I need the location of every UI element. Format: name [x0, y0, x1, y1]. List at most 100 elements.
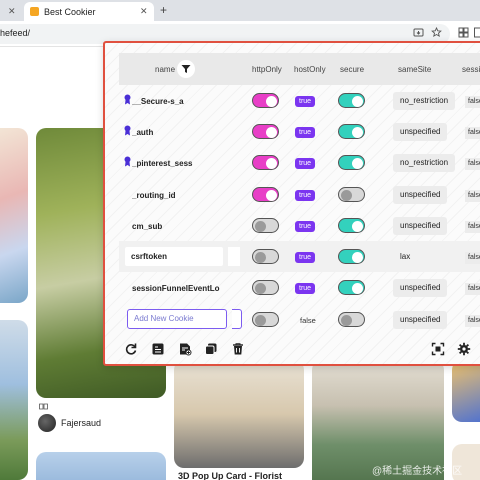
import-icon[interactable] [151, 342, 165, 356]
url-text: hefeed/ [0, 28, 31, 38]
httponly-toggle[interactable] [252, 249, 279, 264]
hostonly-badge: true [295, 283, 316, 294]
session-value[interactable]: false [465, 221, 480, 233]
httponly-toggle[interactable] [252, 312, 279, 327]
pin-author[interactable]: Fajersaud [38, 414, 101, 432]
cookie-row[interactable]: sessionFunnelEventLo true unspecified fa… [119, 272, 480, 303]
cookie-row[interactable]: _pinterest_sess true no_restriction fals… [119, 147, 480, 178]
column-header-samesite[interactable]: sameSite [398, 65, 431, 74]
tab-best-cookier[interactable]: Best Cookier ✕ [24, 2, 154, 21]
cookie-name[interactable]: __Secure-s_a [132, 97, 220, 106]
new-tab-button[interactable]: + [160, 3, 167, 17]
hostonly-badge: true [295, 252, 316, 263]
cookie-name[interactable]: sessionFunnelEventLo [132, 284, 220, 293]
pin-image[interactable] [452, 360, 480, 422]
secure-toggle[interactable] [338, 124, 365, 139]
tab-title: Best Cookier [44, 6, 96, 17]
httponly-toggle[interactable] [252, 155, 279, 170]
close-icon[interactable]: ✕ [8, 6, 16, 17]
samesite-select[interactable]: unspecified [393, 217, 448, 235]
cookie-name[interactable]: cm_sub [132, 222, 220, 231]
cookie-row[interactable]: __Secure-s_a true no_restriction false [119, 85, 480, 116]
hostonly-badge: true [295, 96, 316, 107]
hostonly-badge: true [295, 190, 316, 201]
pin-title[interactable]: 3D Pop Up Card - Florist [178, 471, 282, 480]
session-value[interactable]: false [465, 315, 480, 327]
httponly-toggle[interactable] [252, 218, 279, 233]
column-header-hostonly[interactable]: hostOnly [294, 65, 326, 74]
secure-toggle[interactable] [338, 218, 365, 233]
cookie-editor-popup: name httpOnly hostOnly secure sameSite s… [103, 41, 480, 366]
pin-image[interactable] [36, 452, 166, 480]
session-value[interactable]: false [465, 127, 480, 139]
column-header-secure[interactable]: secure [340, 65, 364, 74]
samesite-select[interactable]: unspecified [393, 311, 448, 329]
session-value[interactable]: false [465, 158, 480, 170]
fullscreen-icon[interactable] [431, 342, 445, 356]
secure-toggle[interactable] [338, 312, 365, 327]
book-icon [39, 403, 48, 412]
samesite-select[interactable]: no_restriction [393, 154, 456, 172]
cookie-value-field[interactable] [228, 247, 240, 266]
new-cookie-row: Add New Cookie false unspecified false [119, 304, 480, 335]
extension-icon[interactable] [474, 27, 480, 41]
pin-ribbon-icon[interactable] [124, 125, 131, 138]
close-icon[interactable]: ✕ [140, 6, 148, 17]
table-header: name httpOnly hostOnly secure sameSite s… [119, 53, 480, 85]
cookie-name[interactable]: _pinterest_sess [132, 159, 220, 168]
httponly-toggle[interactable] [252, 280, 279, 295]
samesite-select[interactable]: unspecified [393, 123, 448, 141]
author-name[interactable]: Fajersaud [61, 418, 101, 428]
secure-toggle[interactable] [338, 280, 365, 295]
hostonly-badge: true [295, 158, 316, 169]
hostonly-value: false [300, 316, 316, 325]
star-icon[interactable] [431, 26, 442, 41]
column-header-name[interactable]: name [155, 65, 175, 74]
secure-toggle[interactable] [338, 187, 365, 202]
delete-icon[interactable] [231, 342, 245, 356]
secure-toggle[interactable] [338, 249, 365, 264]
add-new-cookie-input[interactable]: Add New Cookie [127, 309, 227, 329]
samesite-select[interactable]: unspecified [393, 186, 448, 204]
column-header-httponly[interactable]: httpOnly [252, 65, 282, 74]
refresh-icon[interactable] [124, 342, 138, 356]
session-value[interactable]: false [465, 283, 480, 295]
secure-toggle[interactable] [338, 93, 365, 108]
filter-icon[interactable] [177, 60, 195, 78]
hostonly-badge: true [295, 221, 316, 232]
session-value[interactable]: false [465, 190, 480, 202]
pin-image[interactable] [0, 320, 28, 480]
install-app-icon[interactable] [413, 27, 424, 41]
new-cookie-value-input[interactable] [232, 309, 242, 329]
avatar[interactable] [38, 414, 56, 432]
samesite-select[interactable]: lax [400, 252, 410, 261]
copy-icon[interactable] [204, 342, 218, 356]
cookie-row[interactable]: _auth true unspecified false [119, 116, 480, 147]
cookie-name[interactable]: _routing_id [132, 191, 220, 200]
cookie-row[interactable]: cm_sub true unspecified false [119, 210, 480, 241]
pin-ribbon-icon[interactable] [124, 94, 131, 107]
httponly-toggle[interactable] [252, 124, 279, 139]
pin-image[interactable] [0, 128, 28, 303]
cookie-row[interactable]: _routing_id true unspecified false [119, 179, 480, 210]
hostonly-badge: true [295, 127, 316, 138]
secure-toggle[interactable] [338, 155, 365, 170]
add-document-icon[interactable] [178, 342, 192, 356]
session-value[interactable]: false [465, 96, 480, 108]
httponly-toggle[interactable] [252, 93, 279, 108]
httponly-toggle[interactable] [252, 187, 279, 202]
pin-ribbon-icon[interactable] [124, 156, 131, 169]
session-value[interactable]: false [465, 252, 480, 264]
cookie-name[interactable]: _auth [132, 128, 220, 137]
column-header-session[interactable]: sessio [462, 65, 480, 74]
pin-image[interactable] [174, 360, 304, 468]
tab-bar: ✕ Best Cookier ✕ + [0, 0, 480, 21]
samesite-select[interactable]: unspecified [393, 279, 448, 297]
cookie-name-field[interactable]: csrftoken [125, 247, 223, 266]
settings-gear-icon[interactable] [457, 342, 471, 356]
cookie-name: csrftoken [131, 252, 168, 261]
cookie-favicon-icon [30, 7, 39, 16]
samesite-select[interactable]: no_restriction [393, 92, 456, 110]
extension-icon[interactable] [458, 27, 469, 41]
cookie-row[interactable]: csrftoken true lax false [119, 241, 480, 272]
